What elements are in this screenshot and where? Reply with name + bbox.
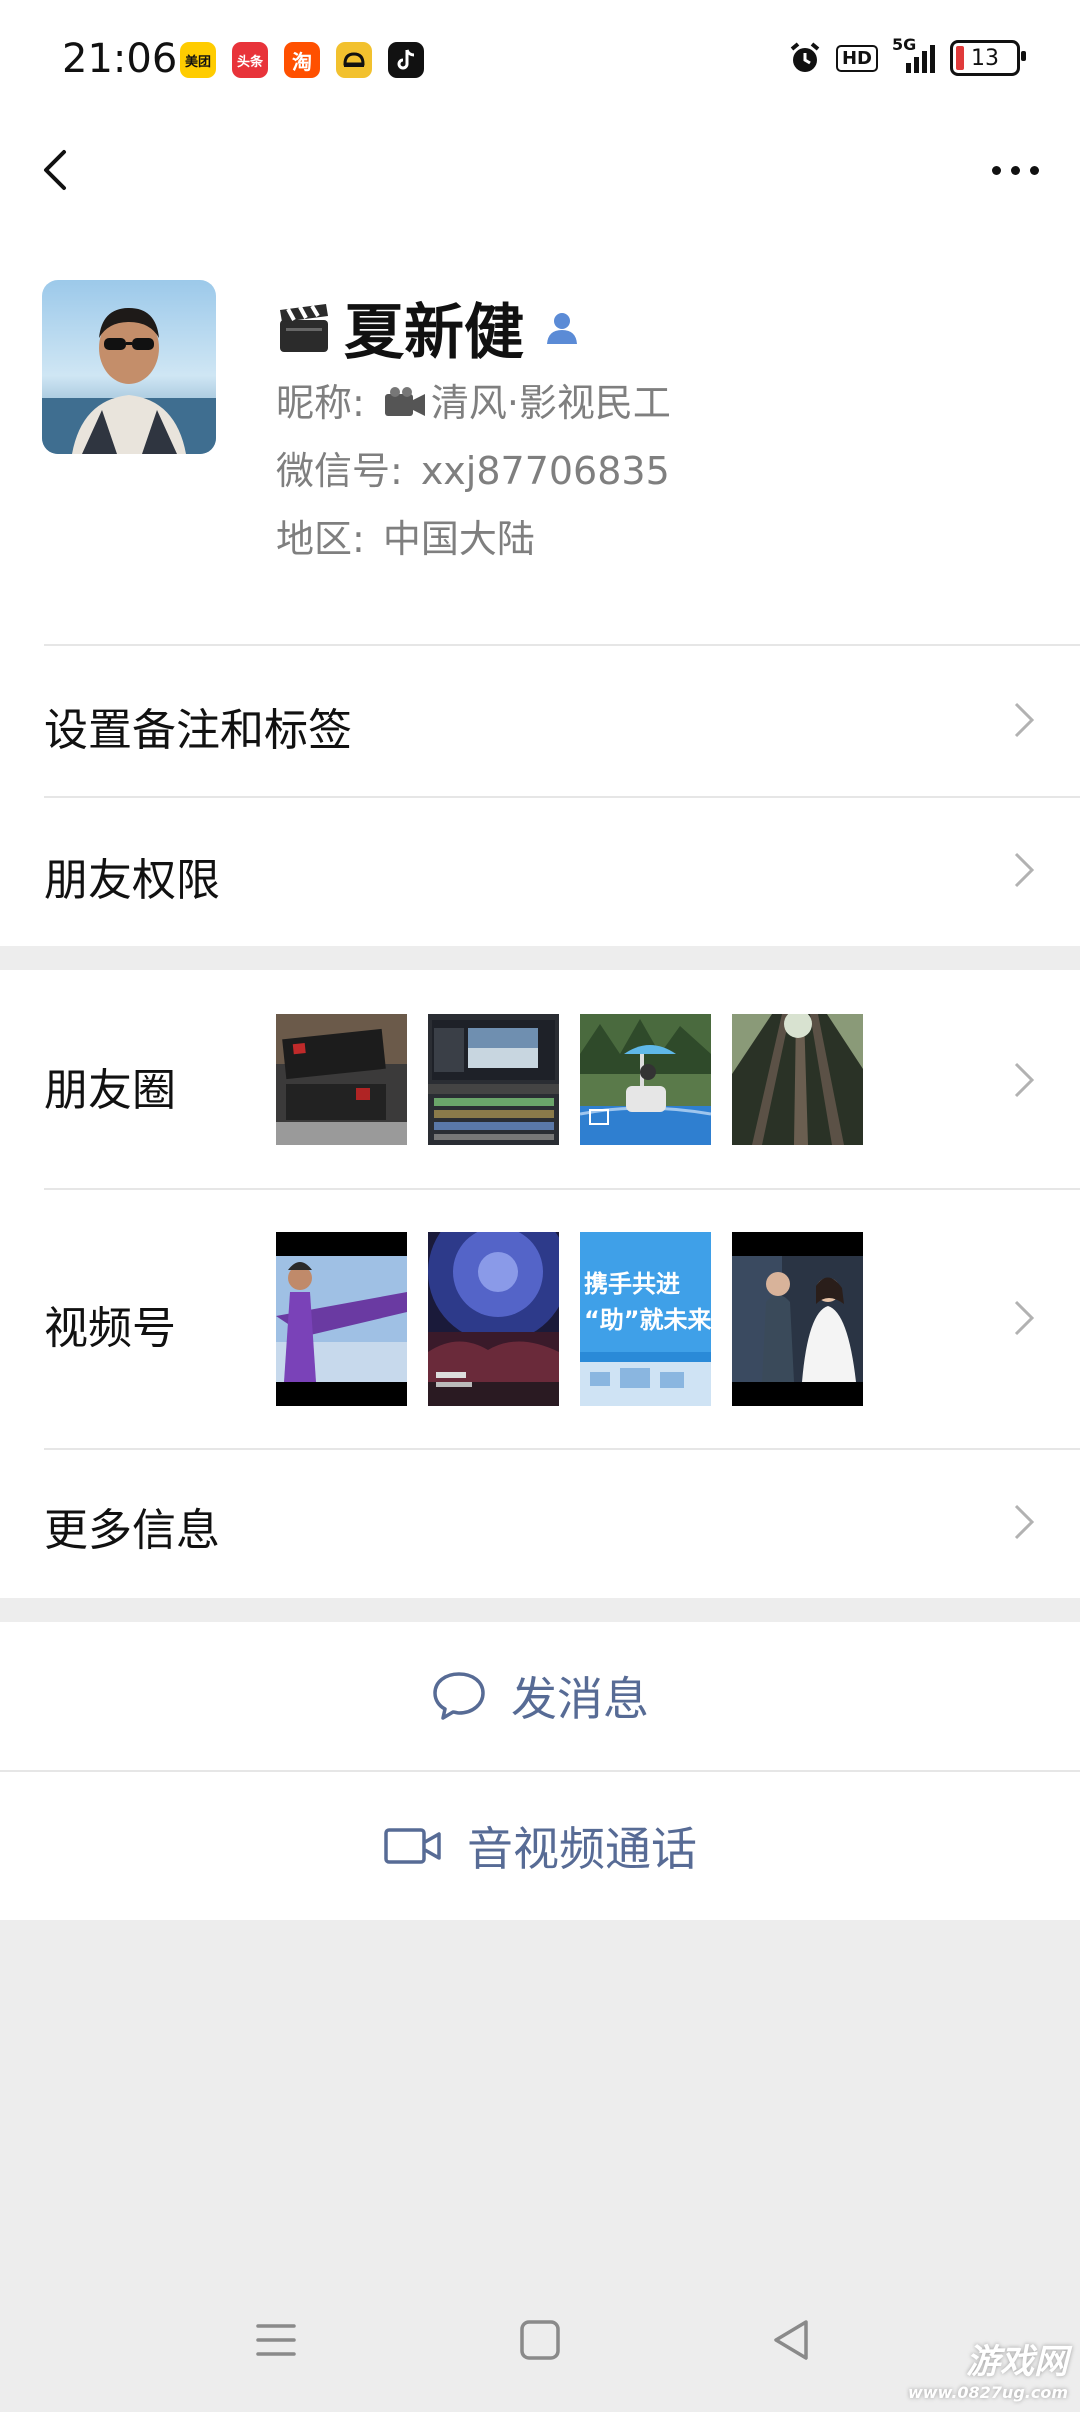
remark-tags-row[interactable]: 设置备注和标签 — [0, 644, 1080, 796]
channel-thumbnail-text-1: 携手共进 — [584, 1270, 680, 1298]
hd-badge: HD — [835, 44, 878, 72]
system-nav-bar: 游戏网 www.0827ug.com — [0, 2270, 1080, 2412]
remark-tags-label: 设置备注和标签 — [44, 705, 352, 756]
battery-icon: 13 — [950, 40, 1026, 76]
meituan-icon: 美团 — [180, 42, 216, 78]
moments-thumbnails — [276, 1014, 863, 1145]
divider — [44, 1448, 1080, 1450]
contact-person-icon — [547, 312, 577, 344]
avatar[interactable] — [42, 280, 216, 454]
chat-bubble-icon — [433, 1672, 485, 1720]
friend-permissions-label: 朋友权限 — [44, 855, 220, 906]
watermark-url: www.0827ug.com — [908, 2383, 1068, 2402]
watermark: 游戏网 www.0827ug.com — [908, 2334, 1068, 2402]
car-app-icon — [336, 42, 372, 78]
home-nav-icon[interactable] — [514, 2314, 566, 2366]
profile-name: 夏新健 — [344, 298, 524, 368]
moments-thumbnail[interactable] — [428, 1014, 559, 1145]
more-info-label: 更多信息 — [44, 1505, 220, 1556]
chevron-right-icon — [1014, 702, 1035, 738]
channel-thumbnail[interactable] — [732, 1232, 863, 1406]
chevron-right-icon — [1014, 1300, 1035, 1336]
region-line: 地区: 中国大陆 — [276, 508, 535, 563]
video-camera-icon — [384, 387, 425, 416]
video-call-button[interactable]: 音视频通话 — [0, 1772, 1080, 1920]
signal-icon: 5G — [892, 35, 936, 75]
moments-label: 朋友圈 — [44, 1065, 176, 1116]
chevron-right-icon — [1014, 852, 1035, 888]
wechat-id-value: xxj87706835 — [420, 449, 670, 493]
divider — [44, 1188, 1080, 1190]
video-call-label: 音视频通话 — [467, 1822, 697, 1876]
more-options-button[interactable] — [980, 140, 1050, 200]
send-message-label: 发消息 — [511, 1672, 649, 1726]
status-indicators: HD 5G 13 — [788, 35, 1026, 76]
status-time: 21:06 — [62, 36, 178, 82]
region-label: 地区: — [276, 517, 365, 561]
channels-row[interactable]: 视频号 携手共进 “助”就未来 — [0, 1188, 1080, 1448]
more-info-row[interactable]: 更多信息 — [0, 1448, 1080, 1598]
more-dots-icon — [991, 165, 1001, 175]
notification-icons: 美团 头条 淘 — [180, 42, 424, 78]
moments-thumbnail[interactable] — [276, 1014, 407, 1145]
divider — [44, 796, 1080, 798]
wechat-id-label: 微信号: — [276, 449, 403, 493]
moments-row[interactable]: 朋友圈 — [0, 970, 1080, 1188]
tiktok-icon — [388, 42, 424, 78]
channel-thumbnail[interactable] — [276, 1232, 407, 1406]
divider — [44, 644, 1080, 646]
status-bar: 21:06 美团 头条 淘 HD 5G 13 — [0, 0, 1080, 110]
back-arrow-icon — [44, 150, 66, 190]
send-message-button[interactable]: 发消息 — [0, 1622, 1080, 1770]
profile-card: 夏新健 昵称: 清风·影视民工 微信号: xxj87706835 地区: 中国大陆 — [0, 230, 1080, 644]
nickname-line: 昵称: 清风·影视民工 — [276, 372, 671, 427]
channel-thumbnail-text-2: “助”就未来 — [584, 1306, 711, 1334]
video-call-icon — [384, 1828, 441, 1864]
channels-thumbnails: 携手共进 “助”就未来 — [276, 1232, 863, 1406]
channel-thumbnail[interactable] — [428, 1232, 559, 1406]
channels-label: 视频号 — [44, 1303, 176, 1354]
name-row: 夏新健 — [276, 284, 582, 371]
taobao-icon: 淘 — [284, 42, 320, 78]
friend-permissions-row[interactable]: 朋友权限 — [0, 796, 1080, 946]
nickname-label: 昵称: — [276, 381, 365, 425]
toutiao-icon: 头条 — [232, 42, 268, 78]
moments-thumbnail[interactable] — [580, 1014, 711, 1145]
channel-thumbnail[interactable]: 携手共进 “助”就未来 — [580, 1232, 711, 1406]
top-nav — [0, 110, 1080, 230]
clapperboard-icon — [280, 303, 328, 352]
menu-nav-icon[interactable] — [250, 2314, 302, 2366]
chevron-right-icon — [1014, 1504, 1035, 1540]
moments-thumbnail[interactable] — [732, 1014, 863, 1145]
region-value: 中国大陆 — [382, 517, 535, 561]
back-button[interactable] — [30, 140, 90, 200]
watermark-title: 游戏网 — [966, 2342, 1068, 2382]
alarm-icon — [790, 42, 820, 72]
back-nav-icon[interactable] — [766, 2314, 818, 2366]
wechat-id-line: 微信号: xxj87706835 — [276, 440, 670, 495]
nickname-value: 清风·影视民工 — [430, 381, 671, 425]
chevron-right-icon — [1014, 1062, 1035, 1098]
